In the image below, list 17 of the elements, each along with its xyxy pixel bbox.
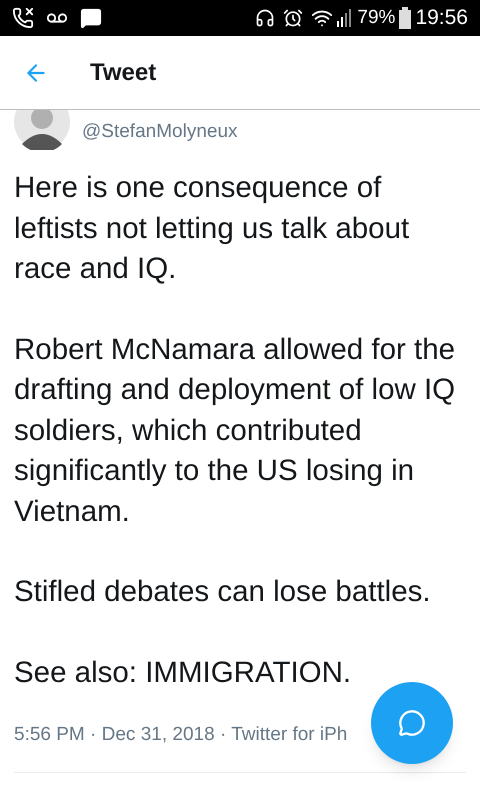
headphones-icon <box>255 8 276 28</box>
tweet-timestamp: 5:56 PM · Dec 31, 2018 · Twitter for iPh <box>14 724 348 745</box>
avatar <box>14 110 70 150</box>
speech-bubble-icon <box>398 709 426 737</box>
battery-icon <box>399 7 412 29</box>
battery-percent: 79% <box>357 6 396 30</box>
user-handle: @StefanMolyneux <box>82 120 238 144</box>
tweet-text: See also: IMMIGRATION. <box>14 654 352 690</box>
tweet-text: Robert McNamara allowed for the drafting and deployment of low IQ soldiers, which contributed significantly to the US losing in Vietnam. <box>14 332 456 530</box>
tweet-text: Here is one consequence of leftists not letting us talk about race and IQ. <box>14 170 410 287</box>
missed-call-icon <box>12 7 34 29</box>
page-title: Tweet <box>90 58 156 88</box>
alarm-icon <box>283 8 304 28</box>
clock-time: 19:56 <box>415 5 468 32</box>
tweet-text: Stifled debates can lose battles. <box>14 574 432 610</box>
signal-icon <box>337 9 354 27</box>
message-icon <box>80 7 102 29</box>
